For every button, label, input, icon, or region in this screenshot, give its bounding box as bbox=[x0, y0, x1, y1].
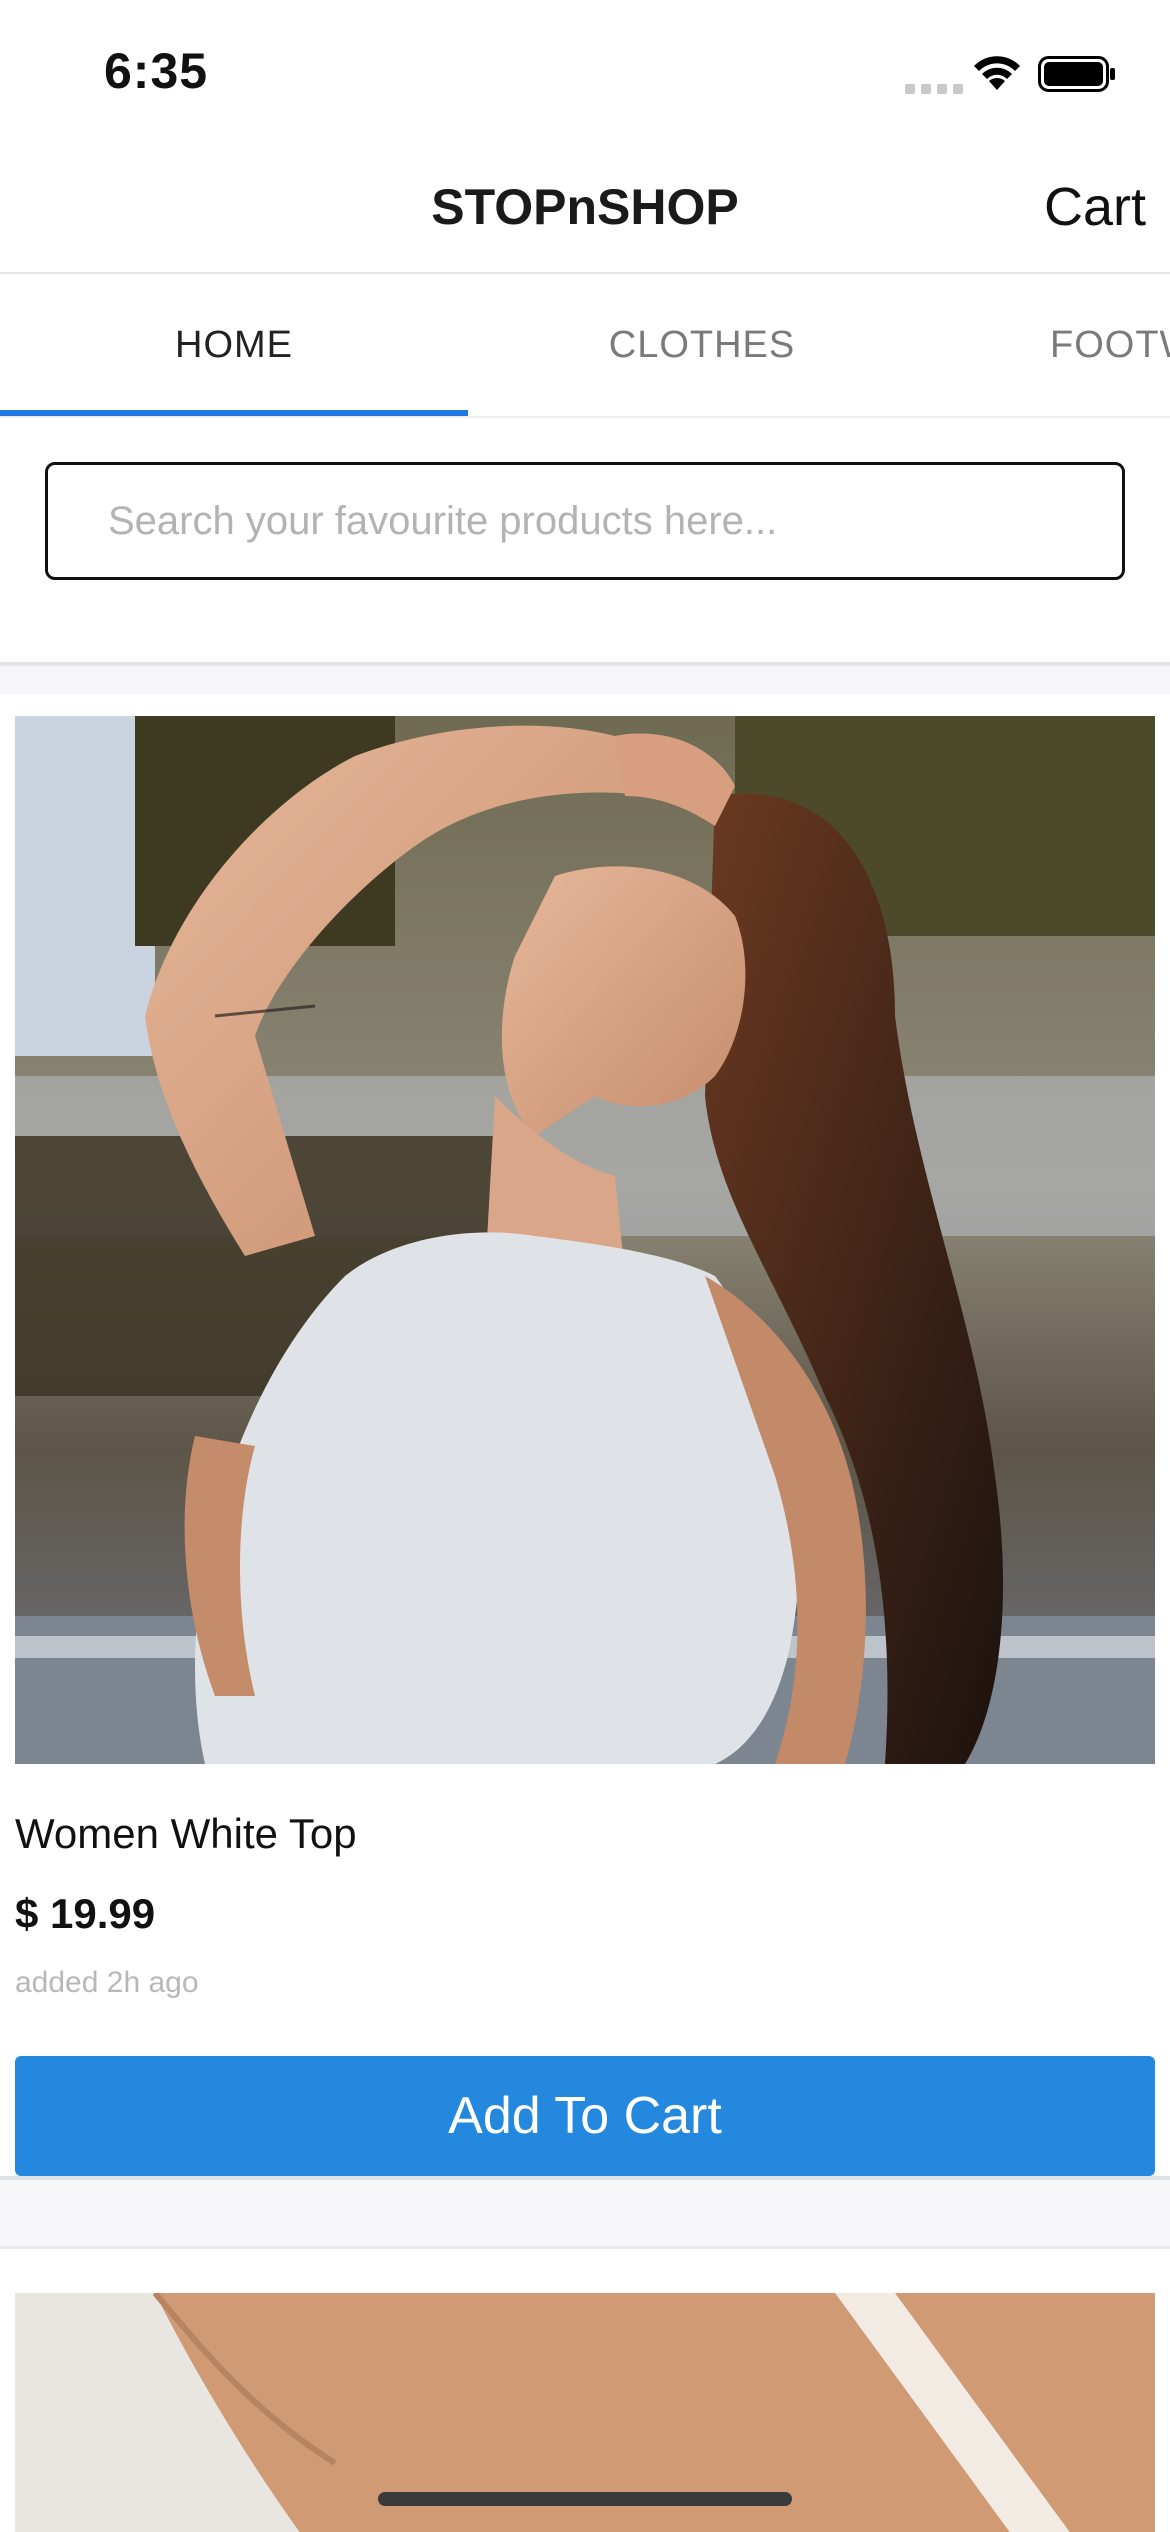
active-tab-indicator bbox=[0, 410, 468, 416]
tab-home[interactable]: HOME bbox=[0, 274, 468, 416]
status-time: 6:35 bbox=[104, 43, 209, 99]
wifi-icon bbox=[974, 56, 1020, 90]
cellular-signal-icon bbox=[905, 84, 963, 94]
add-to-cart-button[interactable]: Add To Cart bbox=[15, 2056, 1155, 2176]
status-bar: 6:35 bbox=[0, 0, 1170, 140]
app-title: STOPnSHOP bbox=[431, 179, 739, 235]
product-added-time: added 2h ago bbox=[15, 1966, 199, 1999]
tab-footwear[interactable]: FOOTWEAR bbox=[1050, 274, 1170, 416]
product-card: Women White Top $ 19.99 added 2h ago Add… bbox=[0, 694, 1170, 2180]
home-indicator[interactable] bbox=[378, 2492, 792, 2506]
battery-icon bbox=[1038, 56, 1115, 92]
product-feed[interactable]: Women White Top $ 19.99 added 2h ago Add… bbox=[0, 662, 1170, 2532]
tab-bar: HOME CLOTHES FOOTWEAR bbox=[0, 274, 1170, 418]
product-price: $ 19.99 bbox=[15, 1890, 156, 1937]
nav-header: STOPnSHOP Cart bbox=[0, 140, 1170, 274]
search-box bbox=[45, 462, 1125, 580]
tab-clothes[interactable]: CLOTHES bbox=[468, 274, 936, 416]
product-image[interactable] bbox=[15, 716, 1155, 1764]
search-input[interactable] bbox=[48, 465, 1122, 577]
cart-button[interactable]: Cart bbox=[1044, 176, 1146, 238]
product-card bbox=[0, 2246, 1170, 2532]
product-name[interactable]: Women White Top bbox=[15, 1810, 357, 1858]
